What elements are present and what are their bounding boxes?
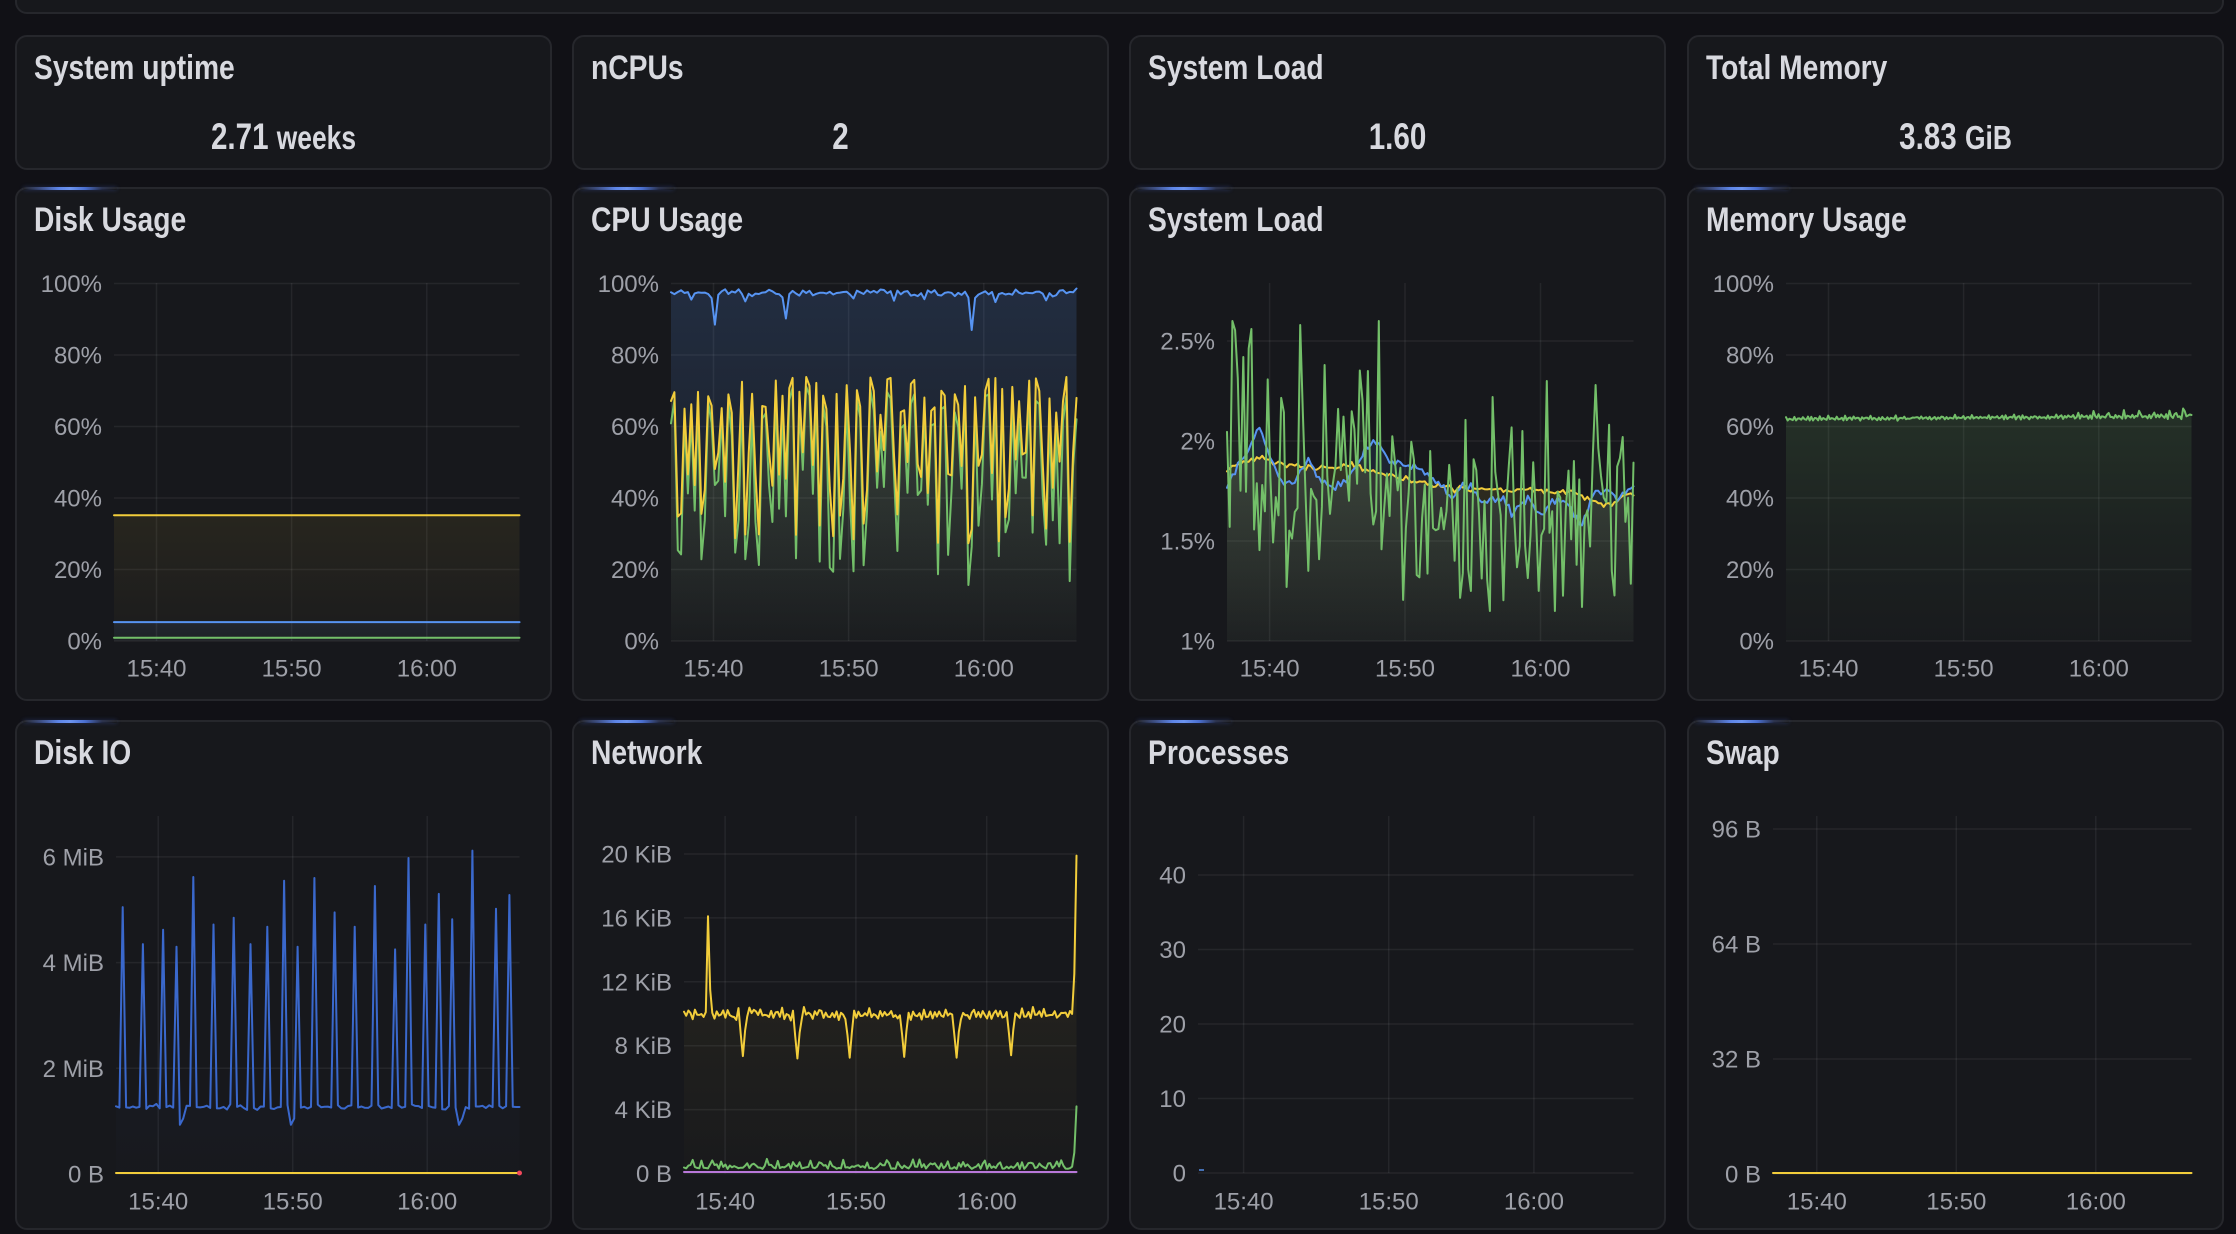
svg-text:32 B: 32 B [1712,1047,1761,1074]
svg-text:96 B: 96 B [1712,817,1761,844]
svg-text:15:50: 15:50 [1375,656,1435,683]
svg-text:0 B: 0 B [68,1162,104,1189]
svg-text:2%: 2% [1180,429,1215,456]
svg-text:1%: 1% [1180,629,1215,656]
svg-text:2.5%: 2.5% [1160,329,1215,356]
svg-text:15:40: 15:40 [683,656,743,683]
svg-text:80%: 80% [54,343,102,370]
svg-text:16:00: 16:00 [2069,656,2129,683]
svg-text:6 MiB: 6 MiB [43,844,104,871]
svg-text:15:50: 15:50 [1359,1189,1419,1216]
svg-text:100%: 100% [41,271,102,298]
svg-text:1.5%: 1.5% [1160,529,1215,556]
svg-text:20 KiB: 20 KiB [601,842,672,869]
svg-text:15:40: 15:40 [1240,656,1300,683]
svg-text:40: 40 [1159,863,1186,890]
svg-text:20%: 20% [611,557,659,584]
svg-text:2 MiB: 2 MiB [43,1056,104,1083]
svg-text:15:50: 15:50 [1934,656,1994,683]
svg-text:4 KiB: 4 KiB [615,1097,672,1124]
svg-text:15:50: 15:50 [1926,1189,1986,1216]
svg-text:40%: 40% [611,486,659,513]
svg-text:15:50: 15:50 [819,656,879,683]
svg-text:15:50: 15:50 [263,1189,323,1216]
svg-text:64 B: 64 B [1712,932,1761,959]
svg-text:16:00: 16:00 [957,1189,1017,1216]
svg-text:4 MiB: 4 MiB [43,950,104,977]
svg-text:0%: 0% [624,629,659,656]
svg-text:16:00: 16:00 [2066,1189,2126,1216]
svg-text:100%: 100% [598,271,659,298]
svg-text:16:00: 16:00 [1504,1189,1564,1216]
svg-text:0 B: 0 B [1725,1162,1761,1189]
svg-text:16:00: 16:00 [397,656,457,683]
svg-text:15:40: 15:40 [128,1189,188,1216]
svg-text:20%: 20% [54,557,102,584]
svg-text:20%: 20% [1726,557,1774,584]
svg-text:8 KiB: 8 KiB [615,1033,672,1060]
svg-text:15:40: 15:40 [126,656,186,683]
svg-text:15:50: 15:50 [262,656,322,683]
svg-text:40%: 40% [54,486,102,513]
svg-text:60%: 60% [1726,414,1774,441]
svg-text:60%: 60% [54,414,102,441]
svg-text:20: 20 [1159,1012,1186,1039]
svg-text:0: 0 [1173,1161,1186,1188]
svg-text:16:00: 16:00 [1510,656,1570,683]
svg-text:16:00: 16:00 [954,656,1014,683]
svg-text:0%: 0% [67,629,102,656]
svg-text:15:40: 15:40 [1798,656,1858,683]
svg-text:80%: 80% [611,343,659,370]
svg-text:16:00: 16:00 [397,1189,457,1216]
svg-text:15:40: 15:40 [695,1189,755,1216]
svg-text:12 KiB: 12 KiB [601,969,672,996]
svg-text:15:40: 15:40 [1214,1189,1274,1216]
svg-text:80%: 80% [1726,343,1774,370]
svg-text:40%: 40% [1726,486,1774,513]
svg-text:0%: 0% [1739,629,1774,656]
svg-text:15:50: 15:50 [826,1189,886,1216]
svg-text:100%: 100% [1713,271,1774,298]
svg-text:15:40: 15:40 [1787,1189,1847,1216]
svg-text:60%: 60% [611,414,659,441]
svg-text:30: 30 [1159,937,1186,964]
svg-text:0 B: 0 B [636,1161,672,1188]
svg-text:10: 10 [1159,1086,1186,1113]
svg-text:16 KiB: 16 KiB [601,905,672,932]
